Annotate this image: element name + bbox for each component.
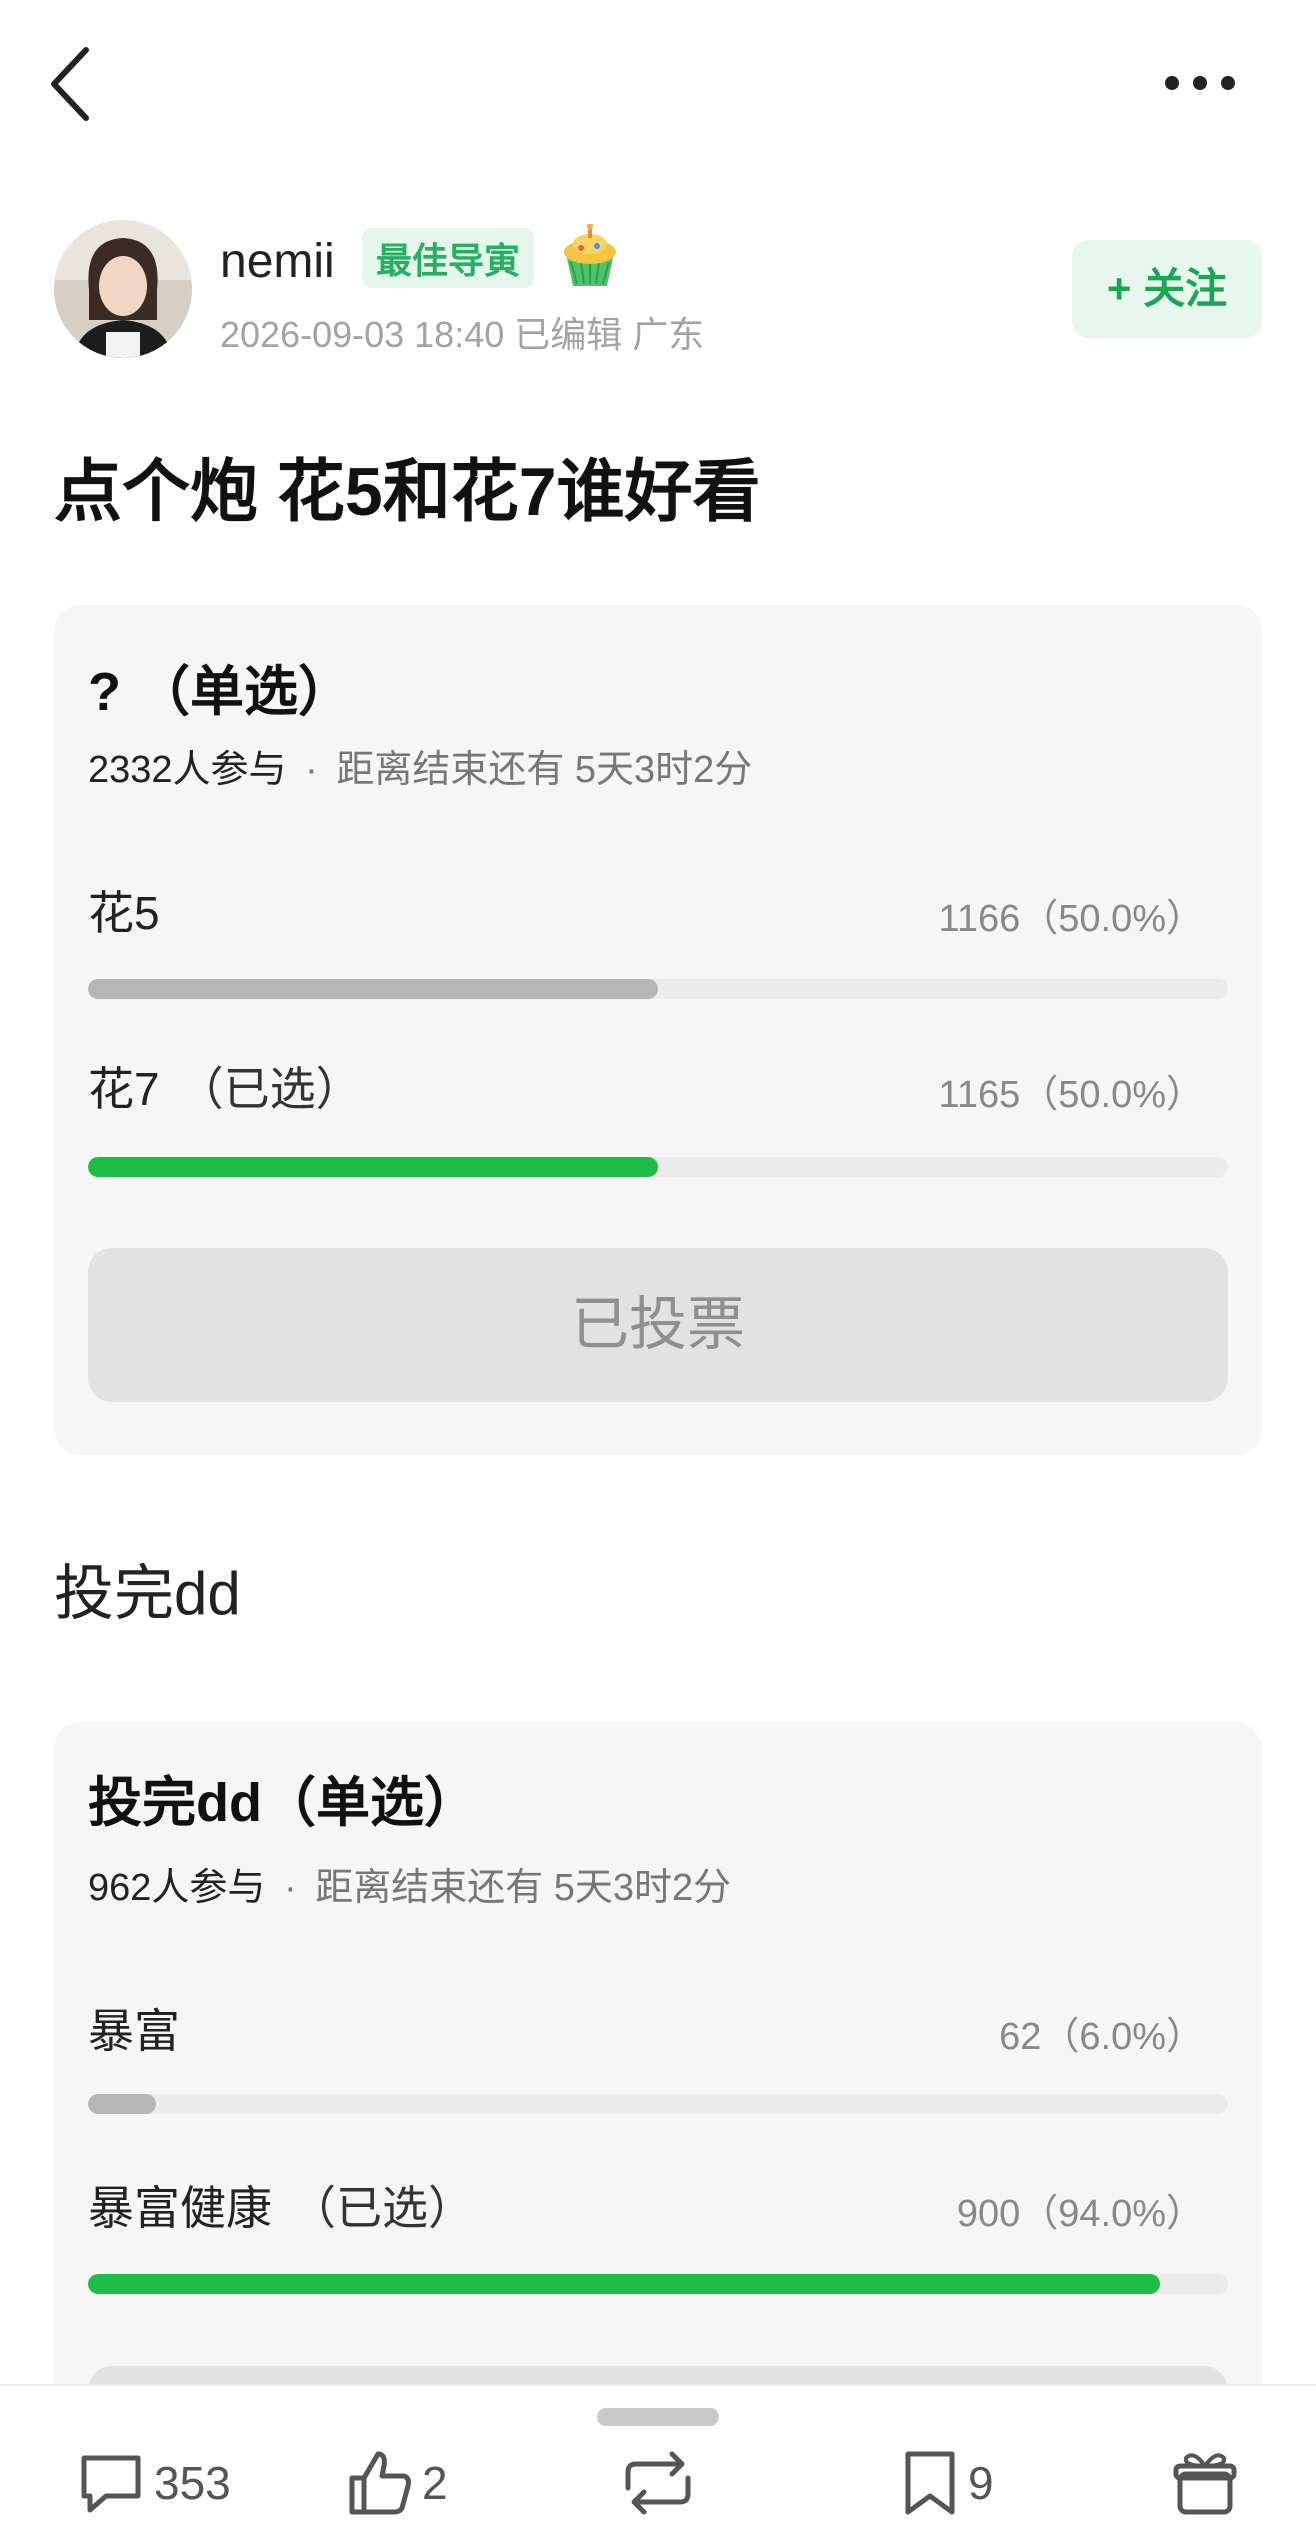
poll-option-value: 1165（50.0%） [938, 1074, 1204, 1116]
bookmark-button[interactable]: 9 [900, 2448, 994, 2518]
comment-icon [76, 2448, 146, 2518]
post-body-text: 投完dd [54, 1560, 241, 1627]
voted-button[interactable]: 已投票 [88, 1248, 1228, 1402]
more-icon[interactable] [1160, 58, 1240, 108]
post-meta: 2026-09-03 18:40 已编辑 广东 [220, 314, 705, 355]
poll-title: ? （单选） [88, 662, 352, 722]
post-title: 点个炮 花5和花7谁好看 [54, 454, 761, 530]
poll-option-bar-fill [88, 979, 658, 999]
gift-icon [1172, 2448, 1238, 2518]
poll-option-bar-fill [88, 1157, 658, 1177]
poll-info: 962人参与 · 距离结束还有 5天3时2分 [88, 1856, 731, 1911]
poll-option-label[interactable]: 暴富健康 （已选） [88, 2172, 474, 2238]
poll-option-bar-fill [88, 2094, 157, 2114]
poll-separator: · [305, 749, 318, 791]
poll-option-value: 1166（50.0%） [938, 898, 1204, 940]
bookmark-icon [900, 2448, 960, 2518]
comment-count: 353 [154, 2457, 231, 2509]
poll-deadline: 距离结束还有 5天3时2分 [315, 1867, 732, 1909]
avatar[interactable] [54, 220, 192, 358]
poll-option-label[interactable]: 花5 [88, 877, 178, 943]
option-text: 花5 [88, 887, 160, 939]
drag-handle[interactable] [597, 2408, 719, 2426]
poll-participants: 2332人参与 [88, 749, 287, 791]
repost-button[interactable] [618, 2448, 698, 2518]
top-bar [0, 0, 1316, 170]
option-text: 暴富健康 [88, 2182, 272, 2234]
option-text: 花7 [88, 1063, 160, 1115]
like-button[interactable]: 2 [344, 2448, 448, 2518]
author-badge[interactable]: 最佳导寅 [362, 228, 535, 288]
follow-button[interactable]: + 关注 [1072, 240, 1262, 338]
poll-card-1: ? （单选） 2332人参与 · 距离结束还有 5天3时2分 花5 1166（5… [54, 605, 1262, 1455]
poll-option-bar [88, 1157, 1228, 1177]
bottom-action-bar: 353 2 9 [0, 2384, 1316, 2548]
author-name[interactable]: nemii [220, 234, 335, 289]
poll-option-bar-fill [88, 2274, 1160, 2294]
poll-option-value: 62（6.0%） [999, 2016, 1204, 2058]
poll-participants: 962人参与 [88, 1867, 266, 1909]
comment-button[interactable]: 353 [76, 2448, 231, 2518]
poll-separator: · [283, 1867, 297, 1909]
poll-info: 2332人参与 · 距离结束还有 5天3时2分 [88, 738, 752, 793]
poll-deadline: 距离结束还有 5天3时2分 [336, 749, 753, 791]
option-selected-tag: （已选） [290, 2182, 474, 2234]
back-icon[interactable] [44, 44, 104, 124]
poll-title: 投完dd（单选） [88, 1773, 478, 1833]
poll-option-bar [88, 2094, 1228, 2114]
poll-option-value: 900（94.0%） [956, 2193, 1204, 2235]
poll-option-label[interactable]: 暴富 [88, 1995, 198, 2061]
poll-card-2: 投完dd（单选） 962人参与 · 距离结束还有 5天3时2分 暴富 62（6.… [54, 1722, 1262, 2520]
option-selected-tag: （已选） [177, 1063, 362, 1115]
gift-button[interactable] [1172, 2448, 1238, 2518]
poll-option-bar [88, 979, 1228, 999]
repost-icon [618, 2448, 698, 2518]
bookmark-count: 9 [968, 2457, 994, 2509]
cake-icon [559, 224, 621, 288]
option-text: 暴富 [88, 2005, 180, 2057]
like-icon [344, 2448, 414, 2518]
like-count: 2 [422, 2457, 448, 2509]
poll-option-label[interactable]: 花7 （已选） [88, 1053, 362, 1119]
poll-option-bar [88, 2274, 1228, 2294]
